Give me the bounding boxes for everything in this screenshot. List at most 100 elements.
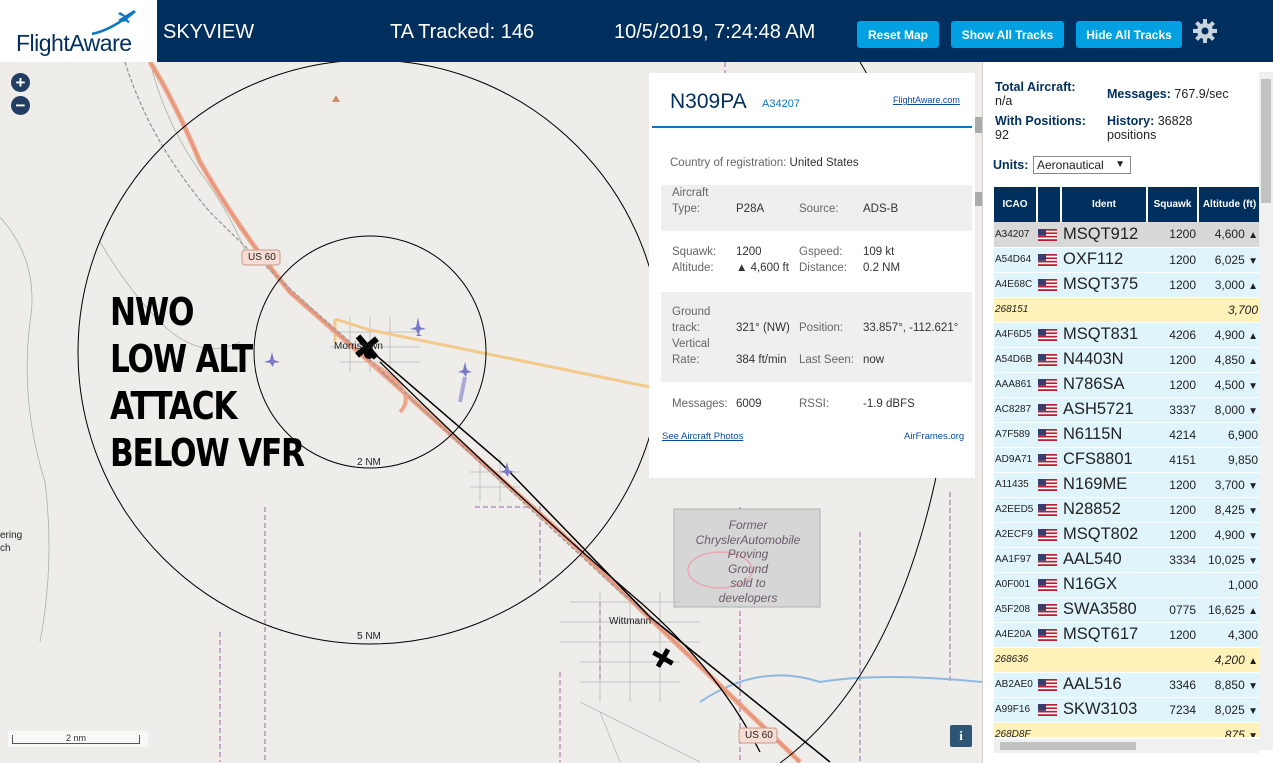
cell-icao: 268636: [994, 647, 1037, 673]
cell-icao: A54D6B: [994, 347, 1037, 373]
cell-altitude: 8,025 ▼: [1198, 697, 1261, 723]
us-flag-icon: [1038, 504, 1057, 517]
proving-ground-label: Former ChryslerAutomobile Proving Ground…: [695, 518, 801, 605]
column-header-icao[interactable]: ICAO: [994, 187, 1038, 222]
table-row[interactable]: A4E20A MSQT617 1200 4,300: [994, 622, 1261, 648]
table-row[interactable]: 268636 4,200 ▲: [994, 647, 1261, 673]
altitude-trend-icon: ▲: [1248, 655, 1258, 667]
table-row[interactable]: A11435 N169ME 1200 3,700 ▼: [994, 472, 1261, 498]
table-row[interactable]: AD9A71 CFS8801 4151 9,850: [994, 447, 1261, 473]
altitude-trend-icon: ▼: [1248, 555, 1258, 567]
gear-icon[interactable]: [1192, 18, 1218, 44]
annotation-line: ATTACK: [110, 384, 237, 428]
column-header-altitude[interactable]: Altitude (ft): [1198, 187, 1261, 222]
units-select[interactable]: Aeronautical ▼: [1033, 156, 1131, 174]
table-row[interactable]: A54D64 OXF112 1200 6,025 ▼: [994, 247, 1261, 273]
altitude-trend-icon: ▲: [1248, 280, 1258, 292]
cell-squawk: 1200: [1147, 372, 1198, 398]
altitude-trend-icon: ▼: [1248, 705, 1258, 717]
table-row[interactable]: A5F208 SWA3580 0775 16,625 ▲: [994, 597, 1261, 623]
horizontal-scrollbar[interactable]: [994, 739, 1259, 753]
zoom-out-button[interactable]: −: [11, 96, 30, 115]
info-button[interactable]: i: [950, 725, 972, 747]
table-row[interactable]: AAA861 N786SA 1200 4,500 ▼: [994, 372, 1261, 398]
cell-flag: [1037, 222, 1061, 248]
road-label-us60: US 60: [745, 730, 773, 741]
us-flag-icon: [1038, 529, 1057, 542]
airframes-link[interactable]: AirFrames.org: [904, 431, 964, 442]
us-flag-icon: [1038, 229, 1057, 242]
table-row[interactable]: A99F16 SKW3103 7234 8,025 ▼: [994, 697, 1261, 723]
cell-altitude: 8,000 ▼: [1198, 397, 1261, 423]
cell-ident: N786SA: [1061, 372, 1147, 398]
see-aircraft-photos-link[interactable]: See Aircraft Photos: [662, 431, 743, 442]
column-header-squawk[interactable]: Squawk: [1147, 187, 1199, 222]
town-label-wittmann: Wittmann: [609, 616, 652, 627]
cell-altitude: 875 ▼: [1198, 722, 1261, 737]
table-row[interactable]: 268D8F 875 ▼: [994, 722, 1261, 737]
annotation-line: NWO: [110, 290, 194, 334]
cell-squawk: 1200: [1147, 272, 1198, 298]
table-row[interactable]: A0F001 N16GX 1,000: [994, 572, 1261, 598]
rssi-value: -1.9 dBFS: [863, 398, 915, 410]
scrollbar-thumb[interactable]: [1261, 79, 1271, 203]
cell-squawk: 1200: [1147, 497, 1198, 523]
cell-ident: AAL540: [1061, 547, 1147, 573]
table-row[interactable]: A2EED5 N28852 1200 8,425 ▼: [994, 497, 1261, 523]
altitude-trend-icon: ▼: [1248, 255, 1258, 267]
range-label-2nm: 2 NM: [357, 457, 381, 468]
cell-icao: A11435: [994, 472, 1037, 498]
cell-icao: A7F589: [994, 422, 1037, 448]
table-row[interactable]: 268151 3,700: [994, 297, 1261, 323]
zoom-in-button[interactable]: +: [11, 73, 30, 92]
aircraft-icao-link[interactable]: A34207: [762, 98, 800, 110]
cell-icao: A54D64: [994, 247, 1037, 273]
cell-altitude: 3,700 ▼: [1198, 472, 1261, 498]
table-row[interactable]: A7F589 N6115N 4214 6,900: [994, 422, 1261, 448]
cell-squawk: [1147, 722, 1198, 737]
table-row[interactable]: AA1F97 AAL540 3334 10,025 ▼: [994, 547, 1261, 573]
table-row[interactable]: A4E68C MSQT375 1200 3,000 ▲: [994, 272, 1261, 298]
table-row[interactable]: A34207 MSQT912 1200 4,600 ▲: [994, 222, 1261, 248]
cell-flag: [1037, 397, 1061, 423]
hide-all-tracks-button[interactable]: Hide All Tracks: [1076, 21, 1182, 48]
vertical-scrollbar[interactable]: [1259, 72, 1273, 750]
cell-altitude: 6,025 ▼: [1198, 247, 1261, 273]
aircraft-table[interactable]: ICAO Ident Squawk Altitude (ft) A34207 MS…: [994, 187, 1261, 737]
cell-altitude: 4,850 ▲: [1198, 347, 1261, 373]
cell-icao: AC8287: [994, 397, 1037, 423]
cell-flag: [1037, 272, 1061, 298]
column-header-flag[interactable]: [1037, 187, 1062, 222]
scrollbar-thumb[interactable]: [1000, 742, 1136, 750]
vertical-rate-value: 384 ft/min: [736, 354, 787, 366]
reset-map-button[interactable]: Reset Map: [857, 21, 939, 48]
cell-squawk: [1147, 572, 1198, 598]
table-row[interactable]: A2ECF9 MSQT802 1200 4,900 ▼: [994, 522, 1261, 548]
aircraft-registration: N309PA: [670, 90, 747, 113]
us-flag-icon: [1038, 454, 1057, 467]
cell-flag: [1037, 572, 1061, 598]
map-label-edge: ering: [0, 530, 23, 541]
cell-altitude: 4,600 ▲: [1198, 222, 1261, 248]
cell-altitude: 10,025 ▼: [1198, 547, 1261, 573]
cell-altitude: 4,500 ▼: [1198, 372, 1261, 398]
cell-squawk: 1200: [1147, 222, 1198, 248]
table-row[interactable]: A54D6B N4403N 1200 4,850 ▲: [994, 347, 1261, 373]
show-all-tracks-button[interactable]: Show All Tracks: [951, 21, 1064, 48]
altitude-trend-icon: ▼: [1248, 380, 1258, 392]
cell-squawk: 4206: [1147, 322, 1198, 348]
flightaware-link[interactable]: FlightAware.com: [893, 95, 960, 105]
table-row[interactable]: AB2AE0 AAL516 3346 8,850 ▼: [994, 672, 1261, 698]
cell-ident: MSQT912: [1061, 222, 1147, 248]
cell-icao: A99F16: [994, 697, 1037, 723]
cell-altitude: 8,425 ▼: [1198, 497, 1261, 523]
table-row[interactable]: A4F6D5 MSQT831 4206 4,900 ▲: [994, 322, 1261, 348]
flightaware-logo[interactable]: FlightAware: [0, 0, 157, 62]
road-label-us60: US 60: [248, 252, 276, 263]
scale-label: 2 nm: [12, 734, 140, 744]
column-header-ident[interactable]: Ident: [1061, 187, 1148, 222]
cell-squawk: 3334: [1147, 547, 1198, 573]
table-row[interactable]: AC8287 ASH5721 3337 8,000 ▼: [994, 397, 1261, 423]
cell-ident: [1061, 297, 1147, 323]
altitude-trend-icon: ▲: [1248, 230, 1258, 242]
